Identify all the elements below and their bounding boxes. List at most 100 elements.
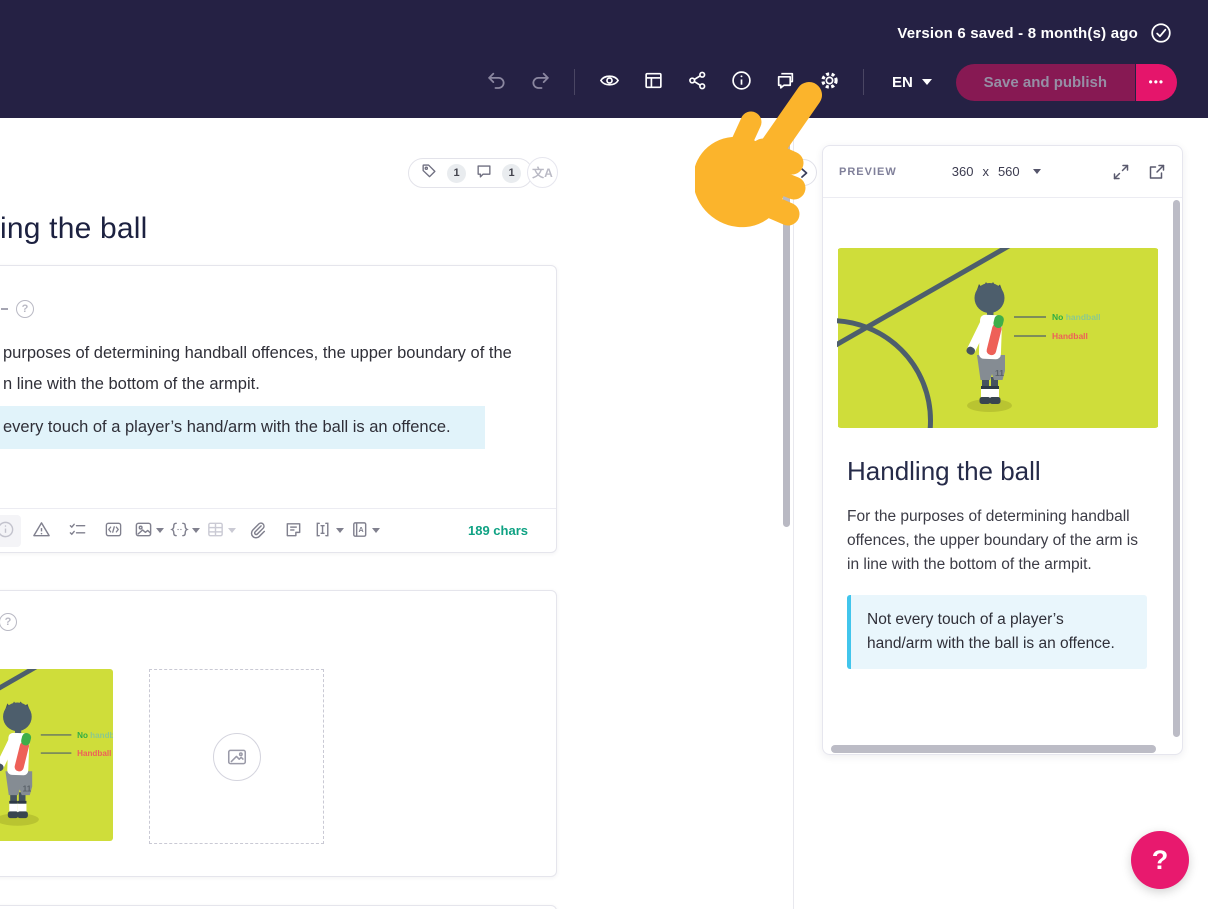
highlighted-text[interactable]: every touch of a player’s hand/arm with … (0, 406, 485, 449)
info-circle-icon (0, 520, 15, 542)
preview-card-paragraph: For the purposes of determining handball… (847, 508, 1138, 573)
preview-button[interactable] (587, 60, 631, 104)
preview-label: PREVIEW (839, 165, 897, 178)
glossary-book-icon: A (350, 520, 369, 542)
checklist-button[interactable] (61, 515, 93, 547)
note-button[interactable] (277, 515, 309, 547)
placeholder-button[interactable] (313, 515, 345, 547)
highlighted-text-content: every touch of a player’s hand/arm with … (3, 418, 451, 436)
preview-header: PREVIEW 360 x 560 (823, 146, 1182, 198)
media-items (0, 669, 324, 844)
body-text[interactable]: purposes of determining handball offence… (3, 338, 533, 400)
add-image-icon (212, 732, 261, 781)
saved-check-icon (1150, 22, 1172, 44)
info-icon (731, 70, 752, 94)
viewport-size-selector[interactable]: 360 x 560 (952, 164, 1041, 179)
editor-toolbar: A 189 chars (0, 508, 556, 552)
translate-button[interactable]: 文A (527, 157, 558, 188)
help-circle-icon[interactable]: ? (16, 300, 34, 318)
chat-bubbles-icon (775, 70, 796, 94)
tag-icon (420, 162, 438, 185)
media-thumbnail[interactable] (0, 669, 113, 841)
chevron-down-icon (192, 528, 200, 533)
braces-icon (170, 520, 189, 542)
open-external-icon[interactable] (1148, 163, 1166, 181)
help-circle-icon[interactable]: ? (0, 613, 17, 631)
redo-button[interactable] (518, 60, 562, 104)
preview-panel: PREVIEW 360 x 560 Handling the ball For … (822, 145, 1183, 755)
toolbar-divider (863, 69, 864, 95)
help-button[interactable]: ? (1131, 831, 1189, 889)
comments-button[interactable] (763, 60, 807, 104)
version-status: Version 6 saved - 8 month(s) ago (897, 22, 1172, 44)
main-scrollbar[interactable] (783, 130, 790, 527)
more-options-button[interactable]: ••• (1134, 63, 1177, 101)
settings-button[interactable] (807, 60, 851, 104)
layout-button[interactable] (631, 60, 675, 104)
chevron-right-icon (800, 167, 807, 178)
undo-button[interactable] (474, 60, 518, 104)
preview-horizontal-scrollbar[interactable] (831, 745, 1156, 753)
warning-triangle-icon (32, 520, 51, 542)
add-media-placeholder[interactable] (149, 669, 324, 844)
info-button[interactable] (719, 60, 763, 104)
comment-icon (475, 162, 493, 185)
comments-count-badge: 1 (502, 163, 521, 183)
table-icon (206, 520, 225, 542)
body-text-line2: n line with the bottom of the armpit. (3, 375, 260, 393)
chevron-down-icon (1032, 169, 1041, 174)
handball-illustration-thumbnail (0, 669, 113, 841)
viewport-separator: x (982, 164, 989, 179)
insert-table-button[interactable] (205, 515, 237, 547)
paperclip-icon (248, 520, 267, 542)
eye-icon (599, 70, 620, 94)
text-card-header: ? (1, 300, 34, 318)
brackets-text-icon (314, 520, 333, 542)
language-selector[interactable]: EN (892, 74, 932, 91)
attachment-button[interactable] (241, 515, 273, 547)
viewport-width: 360 (951, 164, 974, 179)
save-and-publish-button[interactable]: Save and publish (955, 63, 1135, 101)
preview-viewport: Handling the ball For the purposes of de… (823, 198, 1182, 756)
translate-icon: 文A (532, 166, 553, 180)
preview-vertical-scrollbar[interactable] (1173, 200, 1180, 737)
top-toolbar: EN Save and publish ••• (474, 60, 1177, 104)
meta-badges[interactable]: 1 1 (408, 158, 533, 188)
collapse-panel-button[interactable] (790, 159, 817, 186)
chevron-down-icon (156, 528, 164, 533)
app-window: 11 No handball Handball Version 6 saved … (0, 0, 1208, 909)
tags-count-badge: 1 (447, 163, 466, 183)
code-snippet-icon (104, 520, 123, 542)
clipped-label-fragment (1, 308, 8, 310)
next-block-card (0, 905, 557, 909)
media-card-header: ? (0, 613, 17, 631)
insert-image-button[interactable] (133, 515, 165, 547)
version-text: Version 6 saved - 8 month(s) ago (897, 24, 1138, 42)
chevron-down-icon (336, 528, 344, 533)
expand-icon[interactable] (1112, 163, 1130, 181)
text-block-card: ? purposes of determining handball offen… (0, 265, 557, 553)
language-label: EN (892, 73, 913, 91)
variable-button[interactable] (169, 515, 201, 547)
page-title: ing the ball (0, 212, 148, 245)
chevron-down-icon (372, 528, 380, 533)
share-icon (687, 70, 708, 94)
image-icon (134, 520, 153, 542)
save-publish-group: Save and publish ••• (955, 63, 1177, 101)
char-count: 189 chars (468, 523, 528, 538)
preview-card-callout: Not every touch of a player’s hand/arm w… (847, 595, 1147, 669)
info-block-button[interactable] (0, 514, 21, 547)
glossary-button[interactable]: A (349, 515, 381, 547)
svg-text:A: A (359, 525, 364, 533)
viewport-height: 560 (997, 164, 1020, 179)
warning-block-button[interactable] (25, 515, 57, 547)
media-block-card: ? (0, 590, 557, 877)
gear-icon (819, 70, 840, 94)
preview-actions (1112, 163, 1166, 181)
chevron-down-icon (921, 79, 932, 85)
code-snippet-button[interactable] (97, 515, 129, 547)
handball-illustration-preview (837, 248, 1159, 428)
note-icon (284, 520, 303, 542)
top-bar: Version 6 saved - 8 month(s) ago EN Save… (0, 0, 1208, 118)
share-button[interactable] (675, 60, 719, 104)
